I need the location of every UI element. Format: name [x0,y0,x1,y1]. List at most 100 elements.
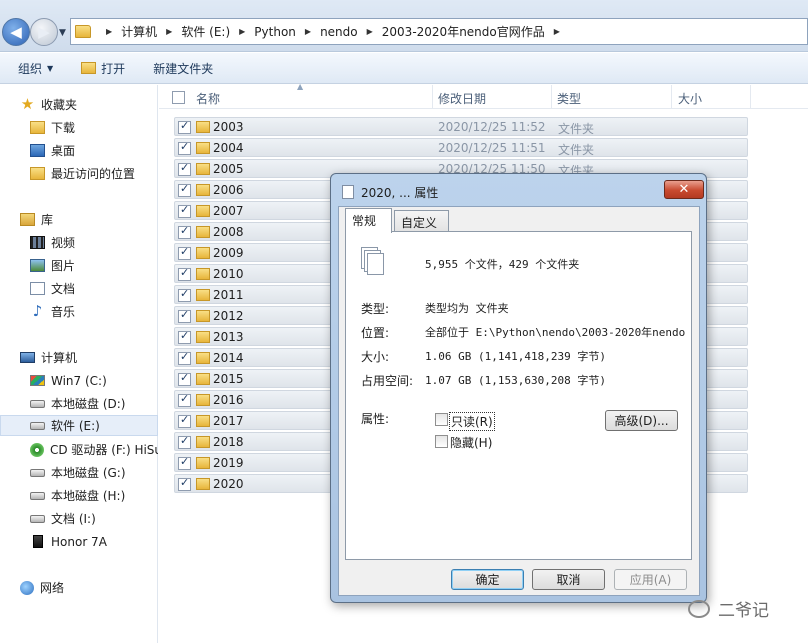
sidebar-item-videos[interactable]: 视频 [0,232,158,253]
column-type[interactable]: 类型 [557,90,581,107]
select-all-checkbox[interactable] [172,91,185,104]
folder-icon [196,436,210,448]
row-checkbox[interactable] [178,119,191,134]
sidebar-item-desktop[interactable]: 桌面 [0,140,158,161]
folder-icon [196,142,210,154]
row-checkbox[interactable] [178,266,191,281]
close-button[interactable]: ✕ [664,180,704,199]
file-name: 2007 [213,204,244,218]
sidebar-item-recent[interactable]: 最近访问的位置 [0,163,158,184]
location-label: 位置: [361,326,390,340]
readonly-label[interactable]: 只读(R) [449,412,495,431]
file-row[interactable]: 2003 2020/12/25 11:52 文件夹 [174,117,748,136]
row-checkbox[interactable] [178,350,191,365]
sidebar-item-label: 音乐 [51,305,76,319]
chevron-right-icon[interactable]: ▶ [239,27,245,36]
sidebar-item-label: 下载 [51,121,76,135]
column-modified[interactable]: 修改日期 [438,90,486,107]
sidebar-item-drive-h[interactable]: 本地磁盘 (H:) [0,485,158,506]
crumb-drive-e[interactable]: 软件 (E:) [181,23,230,40]
sidebar-item-pictures[interactable]: 图片 [0,255,158,276]
sidebar-item-drive-c[interactable]: Win7 (C:) [0,370,158,391]
folder-icon [196,457,210,469]
file-name: 2015 [213,372,244,386]
sidebar-item-downloads[interactable]: 下载 [0,117,158,138]
recent-pages-dropdown[interactable]: ▼ [59,28,66,38]
new-folder-button[interactable]: 新建文件夹 [153,60,213,77]
column-size[interactable]: 大小 [678,90,702,107]
row-checkbox[interactable] [178,203,191,218]
column-divider[interactable] [750,85,751,109]
forward-button[interactable]: ▶ [30,18,58,46]
sort-ascending-icon: ▲ [297,82,304,91]
address-bar-area: ◀ ▶ ▼ ▶ 计算机 ▶ 软件 (E:) ▶ Python ▶ nendo ▶… [0,0,808,52]
sidebar-item-favorites[interactable]: ★ 收藏夹 [0,94,158,115]
chevron-right-icon[interactable]: ▶ [106,27,112,36]
row-checkbox[interactable] [178,140,191,155]
sidebar-item-network[interactable]: 网络 [0,577,158,598]
file-name: 2004 [213,141,244,155]
readonly-checkbox[interactable] [435,413,448,426]
row-checkbox[interactable] [178,371,191,386]
advanced-button[interactable]: 高级(D)... [605,410,678,431]
sidebar-item-drive-f[interactable]: CD 驱动器 (F:) HiSu [0,439,158,460]
crumb-nendo[interactable]: nendo [320,25,358,39]
sidebar-item-computer[interactable]: 计算机 [0,347,158,368]
sidebar-item-music[interactable]: ♪ 音乐 [0,301,158,322]
file-type: 文件夹 [558,143,595,157]
row-checkbox[interactable] [178,329,191,344]
cancel-button[interactable]: 取消 [532,569,605,590]
organize-button[interactable]: 组织 ▼ [18,60,53,77]
chevron-right-icon[interactable]: ▶ [305,27,311,36]
hidden-label[interactable]: 隐藏(H) [450,434,492,451]
sidebar-item-label: 本地磁盘 (D:) [51,397,126,411]
row-checkbox[interactable] [178,308,191,323]
chevron-right-icon[interactable]: ▶ [166,27,172,36]
chevron-right-icon[interactable]: ▶ [554,27,560,36]
back-button[interactable]: ◀ [2,18,30,46]
file-name: 2018 [213,435,244,449]
row-checkbox[interactable] [178,476,191,491]
row-checkbox[interactable] [178,434,191,449]
tab-custom[interactable]: 自定义 [394,210,449,232]
multiple-files-icon [361,247,384,275]
row-checkbox[interactable] [178,224,191,239]
sidebar-item-drive-e[interactable]: 软件 (E:) [0,415,158,436]
sidebar-item-drive-i[interactable]: 文档 (I:) [0,508,158,529]
column-divider[interactable] [671,85,672,109]
row-checkbox[interactable] [178,245,191,260]
sidebar-item-honor[interactable]: Honor 7A [0,531,158,552]
column-name[interactable]: 名称 [196,90,220,107]
attributes-label: 属性: [361,412,390,426]
ok-button[interactable]: 确定 [451,569,524,590]
row-checkbox[interactable] [178,182,191,197]
file-row[interactable]: 2004 2020/12/25 11:51 文件夹 [174,138,748,157]
sidebar-item-label: 本地磁盘 (H:) [51,489,126,503]
column-divider[interactable] [551,85,552,109]
row-checkbox[interactable] [178,392,191,407]
row-checkbox[interactable] [178,161,191,176]
sidebar-item-documents[interactable]: 文档 [0,278,158,299]
sidebar-item-label: CD 驱动器 (F:) HiSu [50,443,158,457]
apply-button[interactable]: 应用(A) [614,569,687,590]
sidebar-item-drive-d[interactable]: 本地磁盘 (D:) [0,393,158,414]
chevron-right-icon[interactable]: ▶ [367,27,373,36]
folder-icon [196,226,210,238]
hard-drive-icon [30,399,45,408]
crumb-python[interactable]: Python [254,25,296,39]
crumb-computer[interactable]: 计算机 [121,23,157,40]
column-divider[interactable] [432,85,433,109]
address-box[interactable]: ▶ 计算机 ▶ 软件 (E:) ▶ Python ▶ nendo ▶ 2003-… [70,18,808,45]
tab-general[interactable]: 常规 [345,208,392,233]
sidebar-item-libraries[interactable]: 库 [0,209,158,230]
open-button[interactable]: 打开 [81,60,125,77]
row-checkbox[interactable] [178,287,191,302]
sidebar-item-drive-g[interactable]: 本地磁盘 (G:) [0,462,158,483]
row-checkbox[interactable] [178,455,191,470]
folder-icon [196,331,210,343]
new-folder-label: 新建文件夹 [153,61,214,76]
row-checkbox[interactable] [178,413,191,428]
crumb-works[interactable]: 2003-2020年nendo官网作品 [382,23,545,40]
hidden-checkbox[interactable] [435,435,448,448]
sidebar-item-label: 图片 [51,259,76,273]
